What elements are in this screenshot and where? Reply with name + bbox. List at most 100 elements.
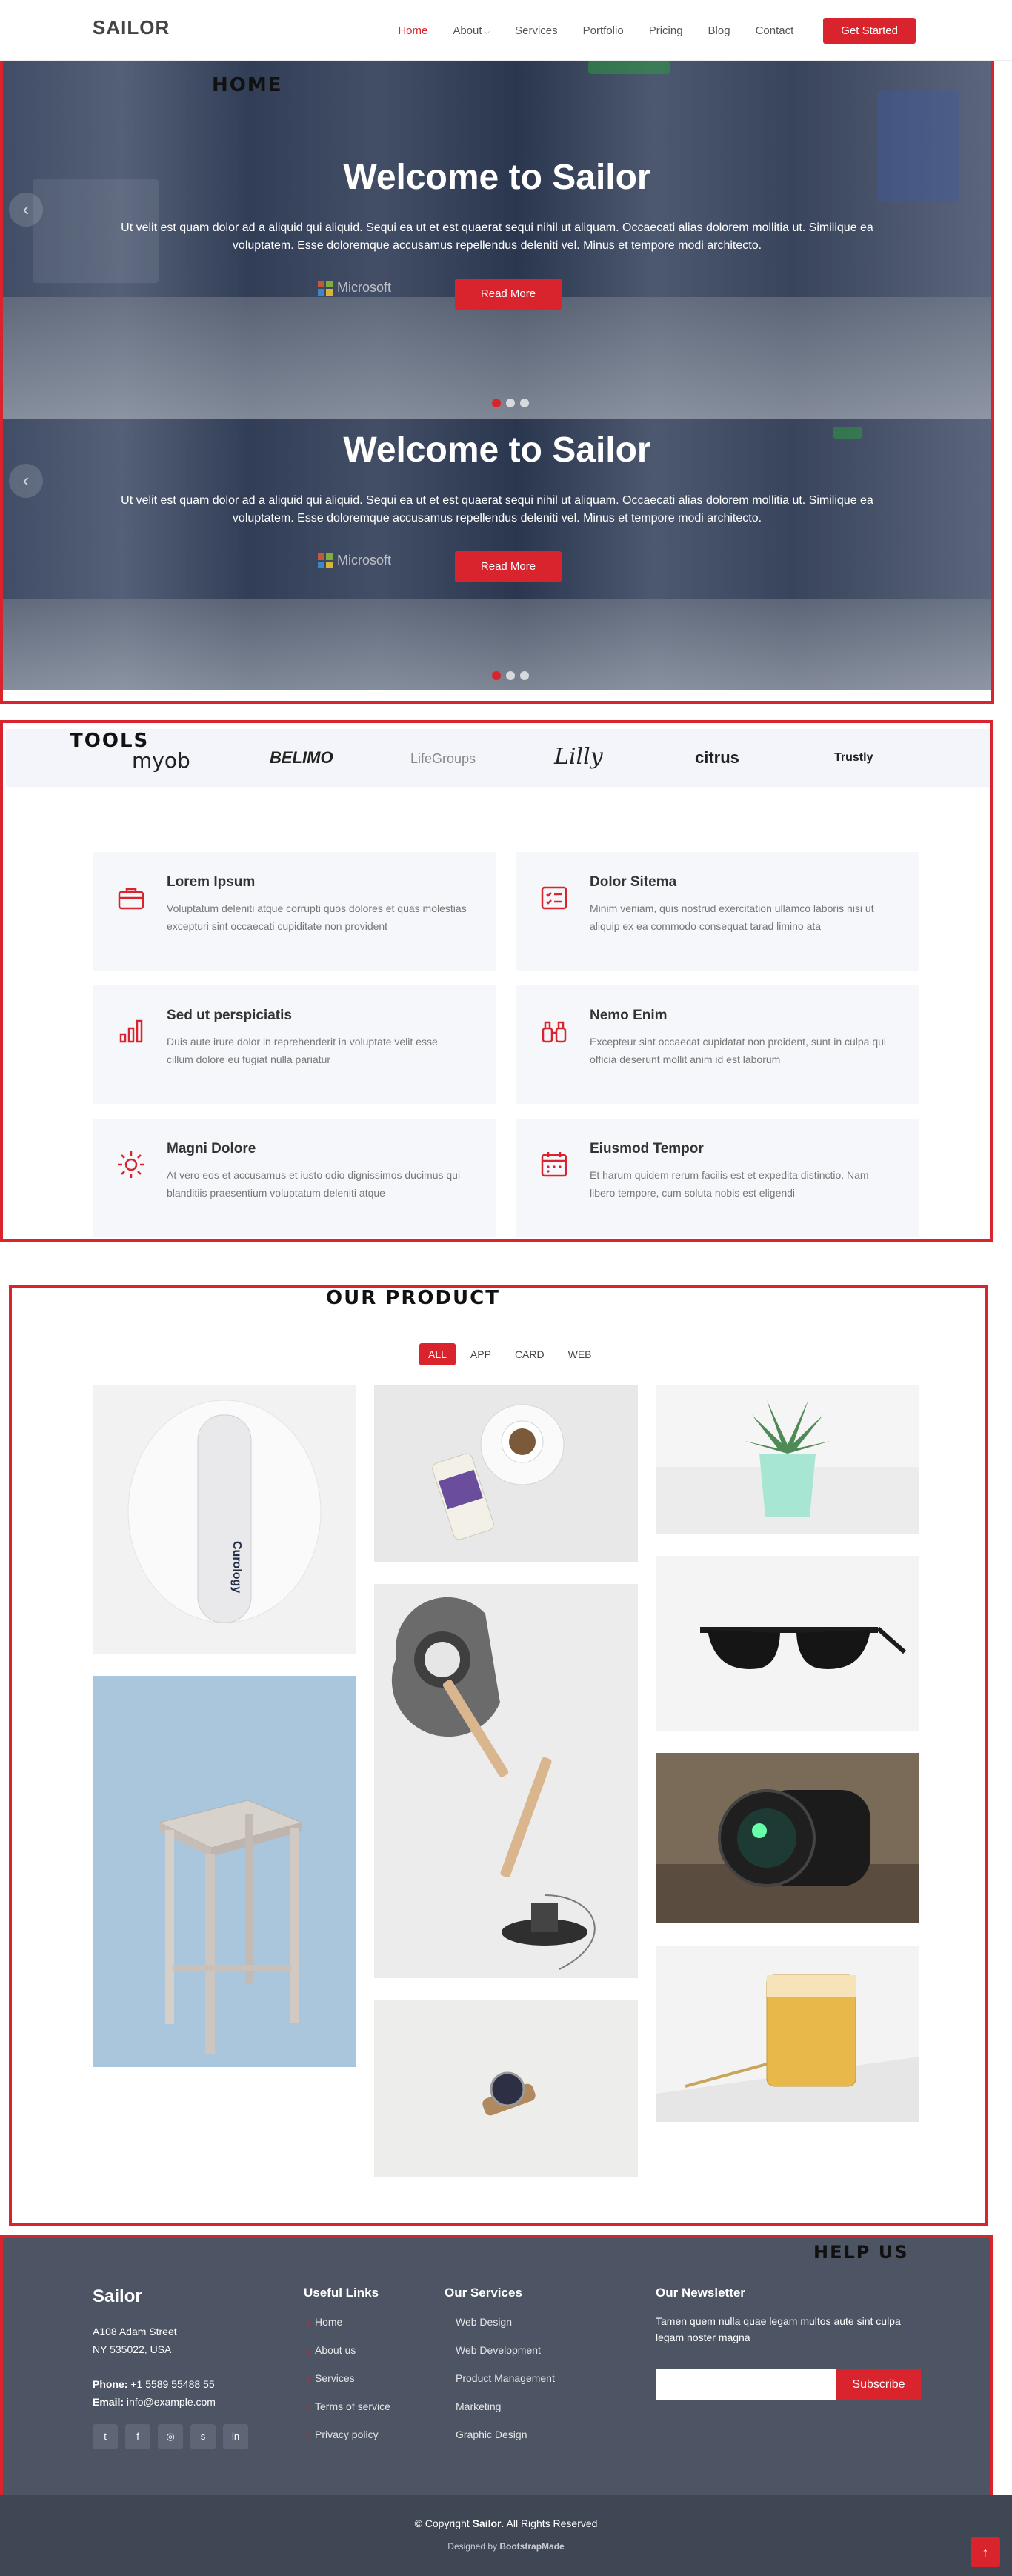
microsoft-logo-text: Microsoft [337,553,392,568]
camera-lens-product-image[interactable] [656,1753,919,1923]
footer-service-graphic-design[interactable]: › Graphic Design [448,2429,527,2440]
stool-illustration [158,1800,303,2054]
useful-links-title: Useful Links [304,2286,379,2300]
get-started-button[interactable]: Get Started [823,18,916,44]
service-card[interactable]: Nemo Enim Excepteur sint occaecat cupida… [516,985,919,1104]
service-card[interactable]: Lorem Ipsum Voluptatum deleniti atque co… [93,852,496,971]
footer-link-label: Privacy policy [315,2429,379,2440]
filter-web[interactable]: WEB [559,1343,601,1365]
chevron-right-icon: › [307,2317,310,2328]
main-nav: Home About ⌵ Services Portfolio Pricing B… [398,18,916,44]
chevron-right-icon: › [307,2402,310,2412]
service-card[interactable]: Magni Dolore At vero eos et accusamus et… [93,1119,496,1237]
facebook-icon[interactable]: f [125,2424,150,2449]
designed-by-link[interactable]: BootstrapMade [499,2541,564,2552]
chevron-left-icon: ‹ [22,198,30,220]
stool-product-image[interactable] [93,1676,356,2067]
plant-illustration [656,1400,919,1534]
watch-illustration [482,2071,536,2116]
carousel-dot[interactable] [492,399,501,407]
footer-service-marketing[interactable]: › Marketing [448,2400,501,2412]
carousel-dot[interactable] [506,671,515,680]
carousel-dot[interactable] [506,399,515,407]
filter-all[interactable]: ALL [419,1343,456,1365]
slide-title: Welcome to Sailor [343,430,651,470]
footer-link-about[interactable]: › About us [307,2344,356,2356]
brightness-icon [118,1151,144,1178]
footer-email: Email: info@example.com [93,2393,216,2411]
copyright-text: © Copyright Sailor. All Rights Reserved [0,2517,1012,2529]
footer-link-terms[interactable]: › Terms of service [307,2400,390,2412]
footer-link-home[interactable]: › Home [307,2316,342,2328]
nav-pricing[interactable]: Pricing [649,24,683,37]
chevron-down-icon: ⌵ [484,28,490,36]
footer-link-label: Product Management [456,2372,555,2384]
linkedin-icon[interactable]: in [223,2424,248,2449]
footer-brand: Sailor [93,2286,142,2306]
footer-link-label: Web Development [456,2344,541,2356]
site-header: SAILOR Home About ⌵ Services Portfolio Pr… [0,0,1012,61]
camera-lens-illustration [656,1789,919,1923]
footer-service-product-management[interactable]: › Product Management [448,2372,555,2384]
lamp-product-image[interactable] [374,1584,638,1978]
subscribe-button[interactable]: Subscribe [836,2369,921,2400]
service-card[interactable]: Sed ut perspiciatis Duis aute irure dolo… [93,985,496,1104]
service-description: Duis aute irure dolor in reprehenderit i… [167,1036,438,1065]
glass-illustration [656,1974,919,2122]
carousel-dot[interactable] [492,671,501,680]
read-more-button[interactable]: Read More [455,551,562,582]
service-title: Eiusmod Tempor [590,1141,704,1156]
carousel-dot[interactable] [520,399,529,407]
chevron-right-icon: › [448,2317,451,2328]
footer-service-web-development[interactable]: › Web Development [448,2344,541,2356]
footer-bottom-bar [0,2495,1012,2576]
service-title: Sed ut perspiciatis [167,1008,292,1023]
sunglasses-product-image[interactable] [656,1556,919,1731]
nav-services[interactable]: Services [515,24,558,37]
footer-link-services[interactable]: › Services [307,2372,355,2384]
bar-chart-icon [119,1019,143,1043]
service-description: Et harum quidem rerum facilis est et exp… [590,1169,869,1199]
service-description: Voluptatum deleniti atque corrupti quos … [167,902,467,932]
glass-product-image[interactable] [656,1946,919,2122]
phone-value: +1 5589 55488 55 [130,2378,215,2390]
service-card[interactable]: Eiusmod Tempor Et harum quidem rerum fac… [516,1119,919,1237]
chevron-right-icon: › [448,2430,451,2440]
nav-about[interactable]: About ⌵ [453,24,490,37]
footer-service-web-design[interactable]: › Web Design [448,2316,512,2328]
service-title: Lorem Ipsum [167,874,256,890]
newsletter-email-input[interactable] [656,2369,836,2400]
footer-address-line2: NY 535022, USA [93,2343,172,2355]
copyright-suffix: . All Rights Reserved [501,2517,598,2529]
sunglasses-illustration [700,1626,906,1669]
cup-product-image[interactable] [374,1385,638,1562]
microsoft-squares-icon [318,553,333,568]
filter-app[interactable]: APP [462,1343,500,1365]
filter-card[interactable]: CARD [506,1343,553,1365]
service-description: At vero eos et accusamus et iusto odio d… [167,1169,461,1199]
footer-link-privacy[interactable]: › Privacy policy [307,2429,379,2440]
lamp-illustration [391,1597,596,1970]
nav-home[interactable]: Home [398,24,427,37]
nav-contact[interactable]: Contact [756,24,794,37]
hero-slide: ‹ Welcome to Sailor Ut velit est quam do… [3,61,991,419]
bottle-product-image[interactable]: Curology [93,1385,356,1654]
briefcase-icon [118,888,144,910]
watch-product-image[interactable] [374,2000,638,2177]
carousel-dot[interactable] [520,671,529,680]
twitter-icon[interactable]: t [93,2424,118,2449]
microsoft-squares-icon [318,280,333,296]
instagram-icon[interactable]: ◎ [158,2424,183,2449]
back-to-top-button[interactable]: ↑ [971,2537,1000,2567]
footer-link-label: Home [315,2316,343,2328]
microsoft-logo: Microsoft [318,553,391,568]
plant-product-image[interactable] [656,1385,919,1534]
skype-icon[interactable]: s [190,2424,216,2449]
nav-blog[interactable]: Blog [708,24,730,37]
service-title: Magni Dolore [167,1141,256,1156]
nav-portfolio[interactable]: Portfolio [583,24,624,37]
footer-link-label: Terms of service [315,2400,390,2412]
service-card[interactable]: Dolor Sitema Minim veniam, quis nostrud … [516,852,919,971]
read-more-button[interactable]: Read More [455,279,562,310]
logo[interactable]: SAILOR [93,16,170,39]
